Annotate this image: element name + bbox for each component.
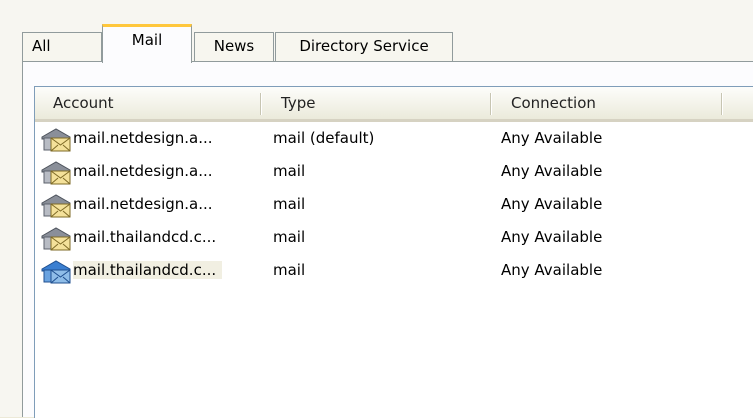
type-cell: mail xyxy=(273,195,306,213)
account-name: mail.netdesign.a... xyxy=(73,129,213,147)
tab-directory-service[interactable]: Directory Service xyxy=(275,32,453,62)
account-name: mail.thailandcd.c... xyxy=(73,228,217,246)
account-cell: mail.netdesign.a... xyxy=(39,188,261,221)
list-item[interactable]: mail.netdesign.a... mail Any Available xyxy=(35,155,753,188)
tab-all[interactable]: All xyxy=(22,32,102,62)
internet-accounts-dialog: All Mail News Directory Service Account … xyxy=(0,0,753,418)
mail-account-icon-selected xyxy=(41,260,71,284)
tab-news[interactable]: News xyxy=(194,32,274,62)
account-cell: mail.netdesign.a... xyxy=(39,122,261,155)
column-header-connection[interactable]: Connection xyxy=(491,87,721,119)
account-cell: mail.thailandcd.c... xyxy=(39,254,261,287)
accounts-list[interactable]: Account Type Connection mail.netdesign.a… xyxy=(34,86,753,418)
type-cell: mail xyxy=(273,228,306,246)
list-item[interactable]: mail.netdesign.a... mail (default) Any A… xyxy=(35,122,753,155)
account-cell: mail.thailandcd.c... xyxy=(39,221,261,254)
account-cell: mail.netdesign.a... xyxy=(39,155,261,188)
account-name: mail.netdesign.a... xyxy=(73,162,213,180)
type-cell: mail (default) xyxy=(273,129,375,147)
mail-account-icon xyxy=(41,128,71,152)
list-item[interactable]: mail.thailandcd.c... mail Any Available xyxy=(35,221,753,254)
connection-cell: Any Available xyxy=(501,162,603,180)
type-cell: mail xyxy=(273,162,306,180)
list-rows: mail.netdesign.a... mail (default) Any A… xyxy=(35,122,753,287)
account-name: mail.netdesign.a... xyxy=(73,195,213,213)
list-header: Account Type Connection xyxy=(35,87,753,122)
connection-cell: Any Available xyxy=(501,195,603,213)
column-header-account[interactable]: Account xyxy=(35,87,261,119)
list-item-selected[interactable]: mail.thailandcd.c... mail Any Available xyxy=(35,254,753,287)
mail-account-icon xyxy=(41,161,71,185)
tab-mail[interactable]: Mail xyxy=(102,24,192,63)
mail-account-icon xyxy=(41,227,71,251)
type-cell: mail xyxy=(273,261,306,279)
tab-strip: All Mail News Directory Service xyxy=(22,24,753,63)
account-name: mail.thailandcd.c... xyxy=(73,261,223,279)
column-header-type[interactable]: Type xyxy=(261,87,491,119)
connection-cell: Any Available xyxy=(501,228,603,246)
connection-cell: Any Available xyxy=(501,129,603,147)
list-item[interactable]: mail.netdesign.a... mail Any Available xyxy=(35,188,753,221)
mail-tab-page: Account Type Connection mail.netdesign.a… xyxy=(22,61,753,418)
connection-cell: Any Available xyxy=(501,261,603,279)
column-divider[interactable] xyxy=(721,93,723,115)
mail-account-icon xyxy=(41,194,71,218)
